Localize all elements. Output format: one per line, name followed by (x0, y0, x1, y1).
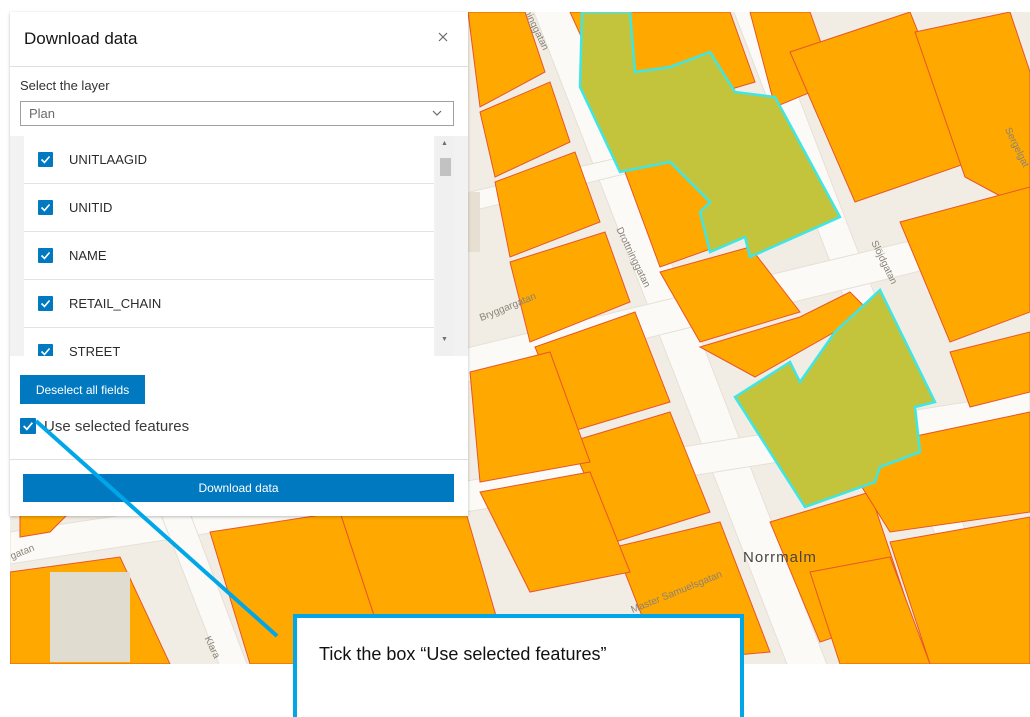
field-item-unitlaagid[interactable]: UNITLAAGID (24, 136, 434, 184)
chevron-down-icon (432, 110, 442, 116)
download-data-button[interactable]: Download data (23, 474, 454, 502)
scroll-thumb[interactable] (440, 158, 451, 176)
scroll-down-arrow-icon[interactable]: ▼ (441, 336, 448, 343)
layer-select[interactable]: Plan (20, 101, 454, 126)
field-item-retail-chain[interactable]: RETAIL_CHAIN (24, 280, 434, 328)
instruction-callout: Tick the box “Use selected features” (293, 614, 744, 717)
panel-header: Download data (10, 12, 468, 67)
field-checkbox[interactable] (38, 248, 53, 263)
callout-text: Tick the box “Use selected features” (319, 644, 607, 664)
field-name: NAME (69, 248, 107, 263)
field-name: RETAIL_CHAIN (69, 296, 162, 311)
field-checkbox[interactable] (38, 152, 53, 167)
field-name: UNITLAAGID (69, 152, 148, 167)
layer-select-value: Plan (29, 106, 56, 121)
scroll-up-arrow-icon[interactable]: ▲ (441, 140, 448, 147)
checkmark-icon (40, 299, 51, 308)
field-item-street[interactable]: STREET (24, 328, 434, 356)
field-checkbox[interactable] (38, 344, 53, 356)
field-name: UNITID (69, 200, 113, 215)
checkmark-icon (23, 422, 34, 431)
field-item-unitid[interactable]: UNITID (24, 184, 434, 232)
use-selected-features-checkbox[interactable] (20, 418, 36, 434)
checkmark-icon (40, 347, 51, 356)
close-button[interactable] (432, 26, 454, 48)
checkmark-icon (40, 251, 51, 260)
divider (10, 459, 468, 460)
field-list-section: UNITLAAGID UNITID NAME RETAIL_CHAIN STRE… (10, 136, 468, 356)
layer-label: Select the layer (20, 78, 110, 93)
field-checkbox[interactable] (38, 296, 53, 311)
deselect-all-fields-button[interactable]: Deselect all fields (20, 375, 145, 404)
field-list[interactable]: UNITLAAGID UNITID NAME RETAIL_CHAIN STRE… (24, 136, 434, 356)
field-list-scrollbar[interactable]: ▲ ▼ (436, 136, 454, 356)
download-data-panel: Download data Select the layer Plan UNIT… (10, 12, 468, 516)
checkmark-icon (40, 155, 51, 164)
checkmark-icon (40, 203, 51, 212)
place-label-norrmalm: Norrmalm (743, 549, 817, 566)
field-checkbox[interactable] (38, 200, 53, 215)
use-selected-features-label: Use selected features (44, 417, 190, 435)
panel-title: Download data (24, 29, 138, 48)
use-selected-features-option[interactable]: Use selected features (20, 416, 189, 436)
field-item-name[interactable]: NAME (24, 232, 434, 280)
close-icon (438, 32, 448, 42)
field-name: STREET (69, 344, 121, 356)
